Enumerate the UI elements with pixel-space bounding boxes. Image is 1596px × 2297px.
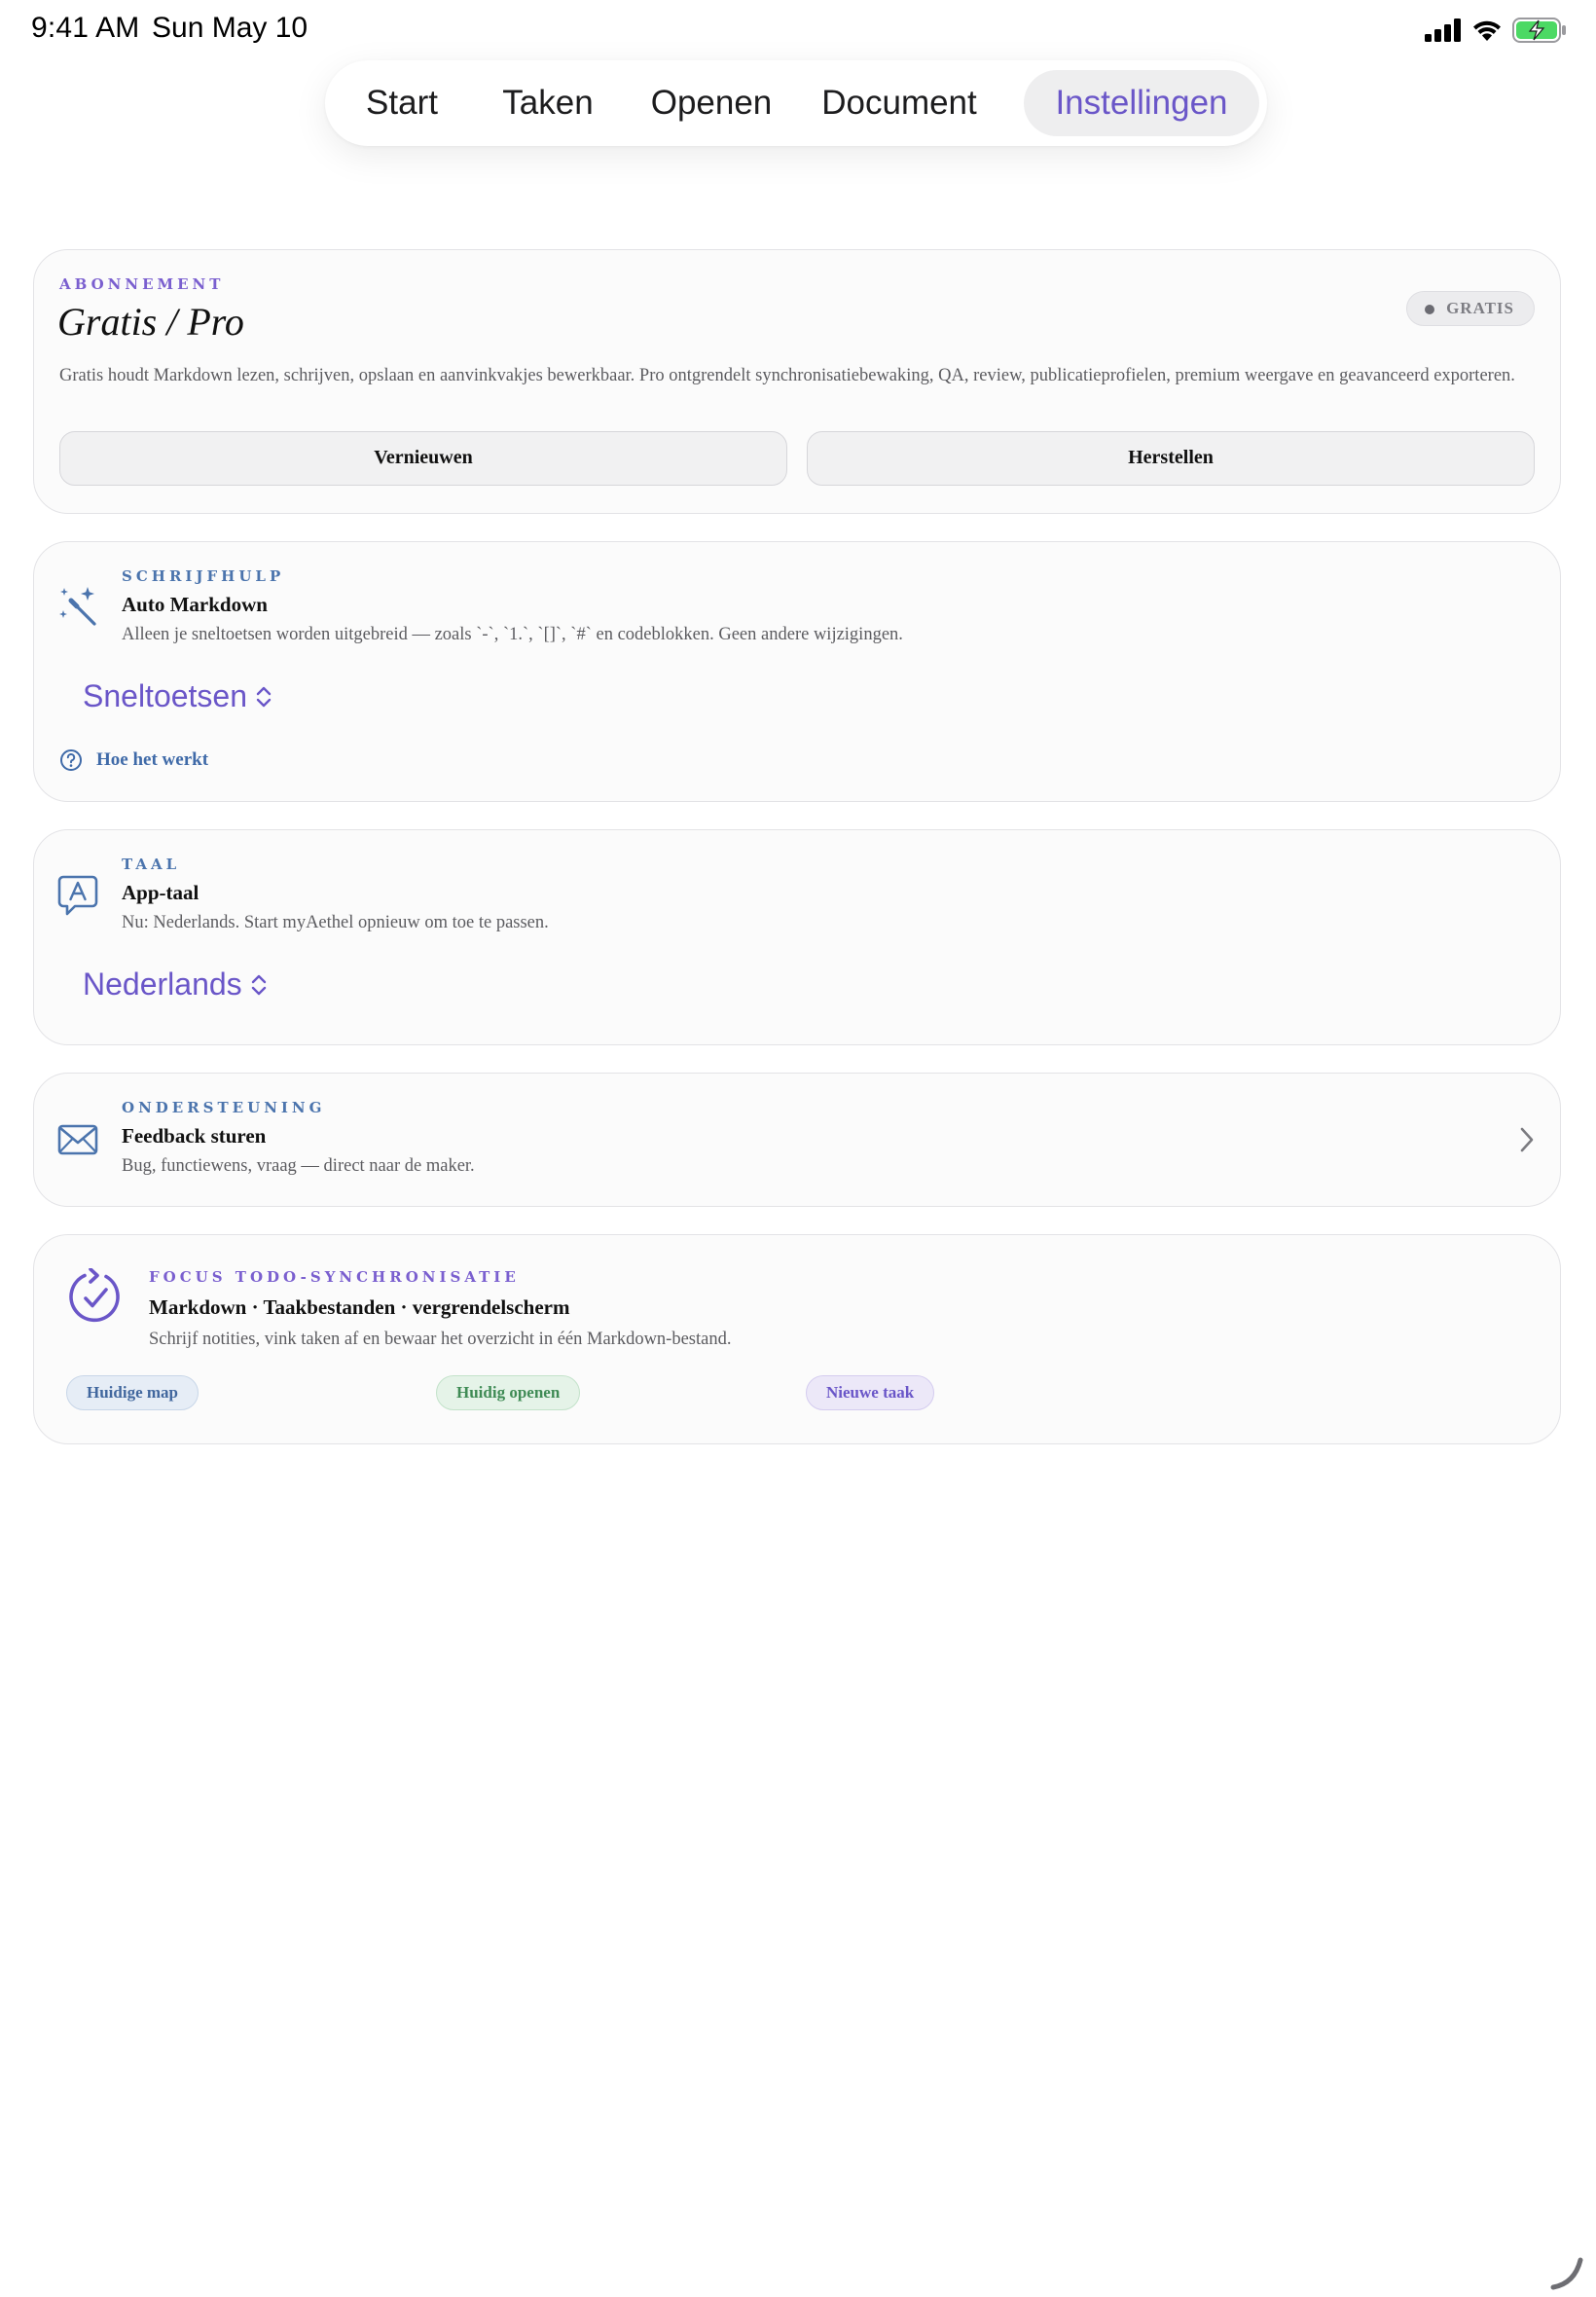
focus-sync-card: FOCUS TODO-SYNCHRONISATIE Markdown · Taa… <box>33 1234 1561 1444</box>
subscription-description: Gratis houdt Markdown lezen, schrijven, … <box>59 366 1515 385</box>
language-eyebrow: TAAL <box>122 856 181 873</box>
tab-document[interactable]: Document <box>812 70 987 136</box>
chevron-up-down-icon <box>251 974 266 995</box>
support-eyebrow: ONDERSTEUNING <box>122 1099 326 1116</box>
chip-current-folder[interactable]: Huidige map <box>66 1375 199 1410</box>
badge-label: GRATIS <box>1446 299 1514 317</box>
language-description: Nu: Nederlands. Start myAethel opnieuw o… <box>122 913 549 932</box>
focus-sync-title: Markdown · Taakbestanden · vergrendelsch… <box>149 1295 570 1319</box>
signal-icon <box>1425 18 1461 42</box>
subscription-title: Gratis / Pro <box>57 300 244 344</box>
restore-button[interactable]: Herstellen <box>807 431 1535 486</box>
focus-sync-eyebrow: FOCUS TODO-SYNCHRONISATIE <box>149 1268 520 1286</box>
language-bubble-icon <box>57 875 98 916</box>
status-dot-icon <box>1425 305 1435 314</box>
status-date: Sun May 10 <box>152 12 308 44</box>
language-picker-value: Nederlands <box>83 966 242 1002</box>
language-card: TAAL App-taal Nu: Nederlands. Start myAe… <box>33 829 1561 1045</box>
status-time: 9:41 AM <box>31 12 140 44</box>
shortcuts-picker-value: Sneltoetsen <box>83 678 248 713</box>
focus-sync-description: Schrijf notities, vink taken af en bewaa… <box>149 1330 732 1349</box>
tab-taken[interactable]: Taken <box>485 70 611 136</box>
how-it-works-link[interactable]: Hoe het werkt <box>59 748 208 772</box>
home-indicator-icon <box>1550 2257 1583 2290</box>
tab-navigation: Start Taken Openen Document Instellingen <box>325 60 1267 146</box>
language-picker[interactable]: Nederlands <box>83 966 268 1003</box>
plan-status-badge: GRATIS <box>1406 291 1535 326</box>
magic-wand-icon <box>59 587 96 626</box>
writing-aid-description: Alleen je sneltoetsen worden uitgebreid … <box>122 625 903 644</box>
support-description: Bug, functiewens, vraag — direct naar de… <box>122 1156 475 1176</box>
tab-openen[interactable]: Openen <box>638 70 784 136</box>
chevron-up-down-icon <box>256 686 272 707</box>
envelope-icon <box>57 1124 98 1155</box>
status-icons <box>1425 16 1567 45</box>
tab-start[interactable]: Start <box>339 70 465 136</box>
renew-button[interactable]: Vernieuwen <box>59 431 787 486</box>
feedback-row[interactable]: ONDERSTEUNING Feedback sturen Bug, funct… <box>33 1073 1561 1207</box>
tab-instellingen[interactable]: Instellingen <box>1024 70 1259 136</box>
chevron-right-icon <box>1520 1127 1534 1152</box>
sync-check-icon <box>69 1268 120 1323</box>
question-circle-icon <box>60 749 82 771</box>
wifi-icon <box>1473 20 1501 41</box>
shortcuts-picker[interactable]: Sneltoetsen <box>83 678 272 714</box>
subscription-eyebrow: ABONNEMENT <box>59 275 225 293</box>
chip-new-task[interactable]: Nieuwe taak <box>806 1375 935 1410</box>
language-title: App-taal <box>122 881 200 904</box>
how-it-works-label: Hoe het werkt <box>96 749 209 770</box>
chip-open-current[interactable]: Huidig openen <box>436 1375 581 1410</box>
writing-aid-eyebrow: SCHRIJFHULP <box>122 567 285 585</box>
writing-aid-title: Auto Markdown <box>122 593 268 616</box>
battery-charging-icon <box>1512 18 1566 43</box>
subscription-card: ABONNEMENT Gratis / Pro GRATIS Gratis ho… <box>33 249 1561 514</box>
status-bar: 9:41 AM Sun May 10 <box>0 0 1596 60</box>
writing-aid-card: SCHRIJFHULP Auto Markdown Alleen je snel… <box>33 541 1561 802</box>
support-title: Feedback sturen <box>122 1124 267 1148</box>
